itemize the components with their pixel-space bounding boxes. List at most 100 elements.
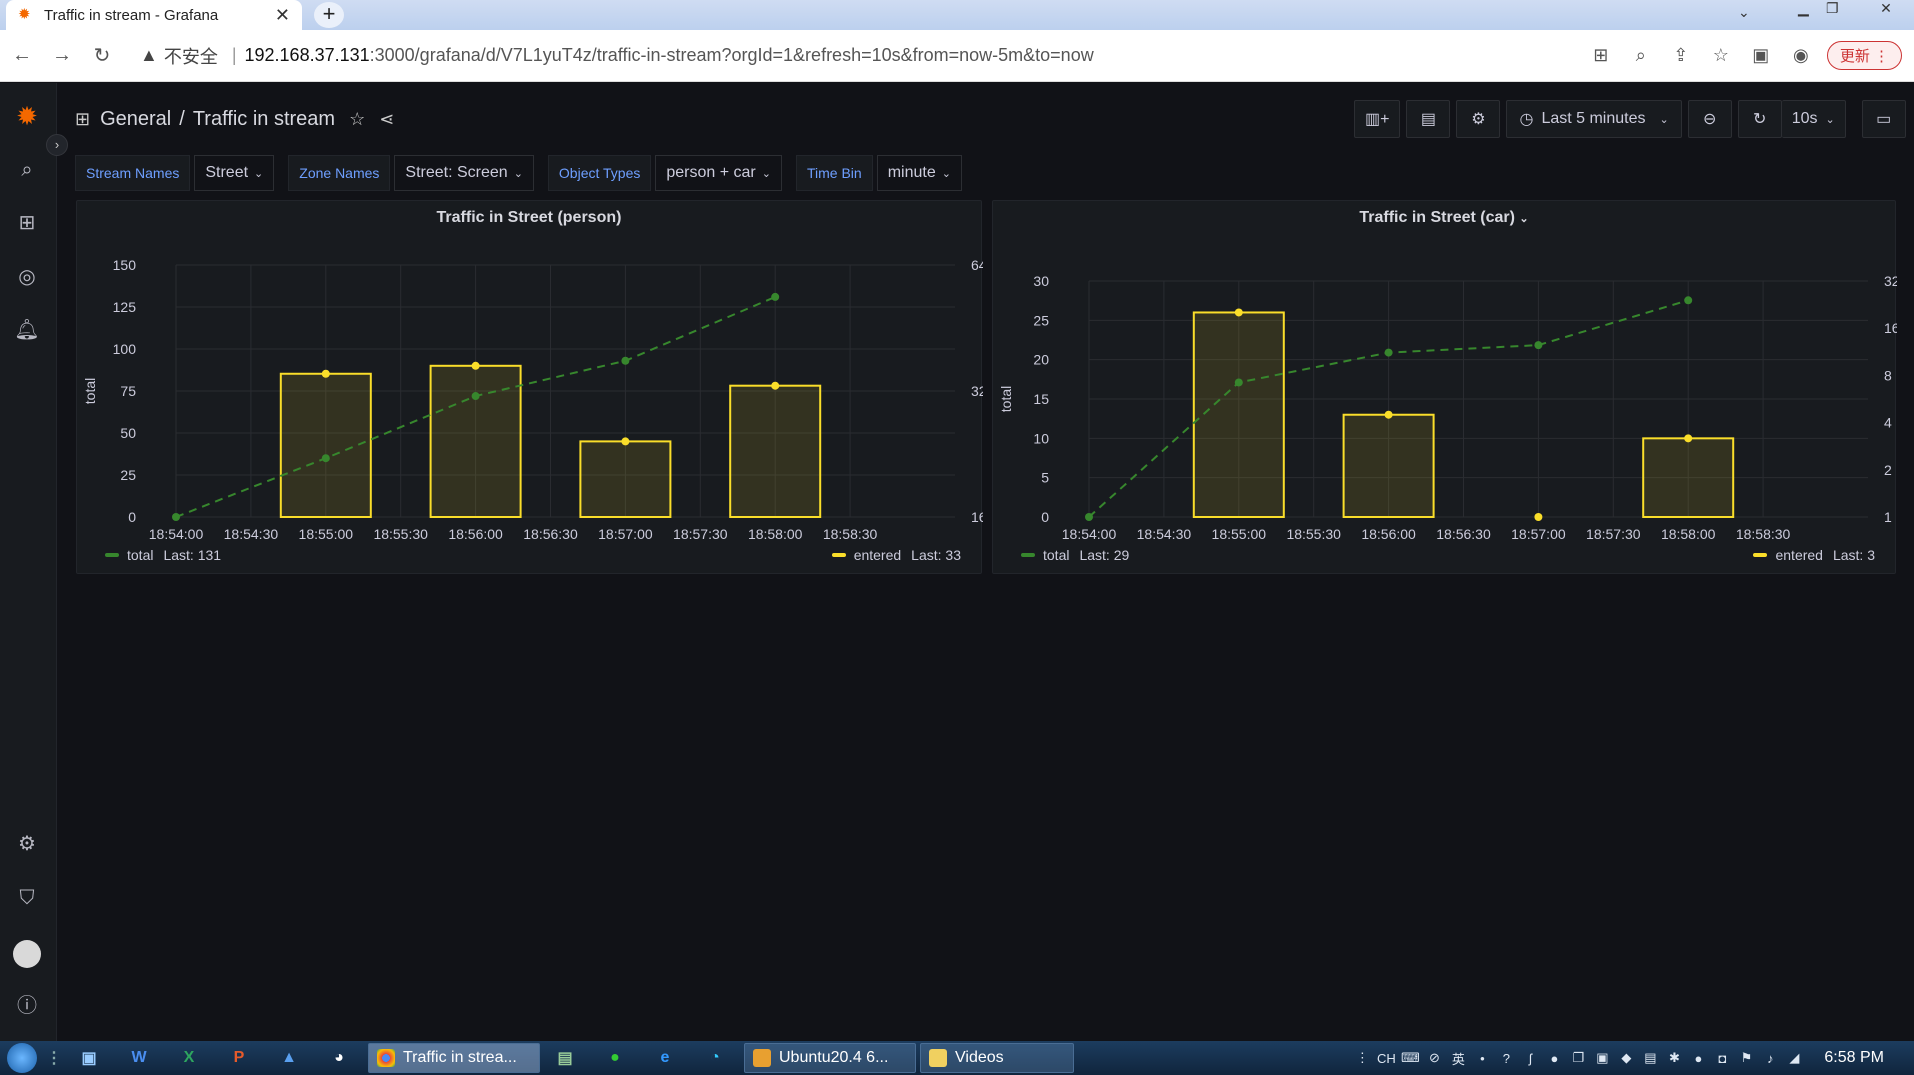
ime-icon[interactable]: ⊘ <box>1422 1050 1446 1066</box>
variable-zone-names[interactable]: Street: Screen ⌄ <box>394 155 534 191</box>
legend-item-total[interactable]: total Last: 131 <box>105 547 221 563</box>
configuration-gear-icon[interactable]: ⚙ <box>12 829 42 859</box>
variable-time-bin[interactable]: minute ⌄ <box>876 155 962 191</box>
sidebar-expand-icon[interactable]: › <box>46 134 68 156</box>
window-close-icon[interactable]: ✕ <box>1858 0 1914 22</box>
user-avatar[interactable] <box>13 940 41 968</box>
alerting-bell-icon[interactable]: 🔔︎ <box>12 315 42 345</box>
explore-compass-icon[interactable]: ◎ <box>12 262 42 292</box>
x-tick-label: 18:54:00 <box>149 526 204 542</box>
photos-icon[interactable]: ▲ <box>264 1043 314 1073</box>
legend-item-total[interactable]: total Last: 29 <box>1021 547 1129 563</box>
excel-icon[interactable]: X <box>164 1043 214 1073</box>
copy-icon[interactable]: ❐ <box>1566 1050 1590 1066</box>
legend-item-entered[interactable]: entered Last: 3 <box>1753 547 1875 563</box>
bar-entered <box>1342 413 1435 519</box>
share-page-icon[interactable]: ⇪ <box>1661 45 1701 66</box>
dashboard-settings-button[interactable]: ⚙ <box>1456 100 1501 138</box>
panel-traffic-person[interactable]: Traffic in Street (person) 150 125 100 75 50… <box>76 200 983 574</box>
legend-name: total <box>127 547 154 563</box>
share-icon[interactable]: ⋖ <box>379 109 394 130</box>
volume-icon[interactable]: ♪ <box>1758 1051 1782 1066</box>
task-chrome[interactable]: Traffic in strea... <box>368 1043 540 1073</box>
variable-stream-names[interactable]: Street ⌄ <box>194 155 275 191</box>
shield-icon[interactable]: ◆ <box>1614 1050 1638 1066</box>
dashboards-icon[interactable]: ⊞ <box>12 208 42 238</box>
refresh-button[interactable]: ↻ <box>1737 100 1782 138</box>
back-icon[interactable]: ← <box>2 44 42 67</box>
url-host: 192.168.37.131 <box>244 45 370 65</box>
ime-settings-icon[interactable]: ʃ <box>1518 1051 1542 1066</box>
panel-traffic-car[interactable]: Traffic in Street (car) ⌄ 30 25 20 15 10 5 0 18… <box>992 200 1897 574</box>
edge-icon[interactable]: ◔ <box>690 1043 740 1073</box>
powerpoint-icon[interactable]: P <box>214 1043 264 1073</box>
x-tick-label: 18:54:00 <box>1062 526 1117 542</box>
ime-help-icon[interactable]: ? <box>1494 1051 1518 1066</box>
tv-mode-button[interactable]: ▭ <box>1861 100 1906 138</box>
start-button[interactable] <box>0 1041 44 1075</box>
reload-icon[interactable]: ↻ <box>82 43 122 68</box>
network-device-icon[interactable]: ▤ <box>1638 1050 1662 1066</box>
task-videos[interactable]: Videos <box>920 1043 1074 1073</box>
language-indicator[interactable]: CH <box>1374 1051 1398 1066</box>
help-icon[interactable]: ⓘ <box>12 991 42 1021</box>
translate-icon[interactable]: ⊞ <box>1581 45 1621 66</box>
computer-icon[interactable]: ▣ <box>64 1043 114 1073</box>
time-picker-button[interactable]: ◷ Last 5 minutes ⌄ <box>1506 100 1682 138</box>
chevron-down-icon: ⌄ <box>254 167 264 180</box>
close-tab-icon[interactable]: ✕ <box>275 5 290 26</box>
zoom-out-button[interactable]: ⊖ <box>1687 100 1732 138</box>
variable-object-types[interactable]: person + car ⌄ <box>655 155 782 191</box>
chevron-down-icon: ⌄ <box>941 167 951 180</box>
breadcrumb-folder[interactable]: General <box>100 108 171 131</box>
maximize-icon[interactable]: ❐ <box>1826 0 1839 22</box>
warning-icon[interactable]: ▲ <box>140 45 158 66</box>
update-button[interactable]: 更新 ⋮ <box>1826 41 1902 70</box>
add-panel-button[interactable]: ▥+ <box>1354 100 1401 138</box>
url-path: :3000/grafana/d/V7L1yuT4z/traffic-in-str… <box>369 45 1094 65</box>
grafana-logo-icon[interactable]: ✹ <box>12 101 42 131</box>
profile-icon[interactable]: ◉ <box>1781 45 1821 66</box>
qq-icon[interactable]: ◕ <box>314 1043 364 1073</box>
ime-mode-icon[interactable]: 英 <box>1446 1049 1470 1068</box>
ie-icon[interactable]: e <box>640 1043 690 1073</box>
zoom-icon[interactable]: ⌕ <box>1621 45 1661 66</box>
word-icon[interactable]: W <box>114 1043 164 1073</box>
y-tick-label: 10 <box>1033 430 1049 446</box>
url-field[interactable]: ▲ 不安全 | 192.168.37.131 :3000/grafana/d/V… <box>140 43 1581 69</box>
app-tray-icon[interactable]: ● <box>1686 1051 1710 1066</box>
refresh-interval-picker[interactable]: 10s ⌄ <box>1781 100 1846 138</box>
line-point <box>621 356 630 365</box>
network-icon[interactable]: ◢ <box>1782 1050 1806 1066</box>
forward-icon[interactable]: → <box>42 44 82 67</box>
keyboard-icon[interactable]: ⌨ <box>1398 1050 1422 1066</box>
device-icon[interactable]: ▣ <box>1590 1050 1614 1066</box>
bluetooth-icon[interactable]: ✱ <box>1662 1050 1686 1066</box>
variable-value: minute <box>887 164 936 181</box>
x-tick-label: 18:57:30 <box>1586 526 1641 542</box>
wechat-icon[interactable]: ● <box>590 1043 640 1073</box>
side-panel-icon[interactable]: ▣ <box>1741 45 1781 66</box>
insecure-label: 不安全 <box>163 46 218 67</box>
bookmark-star-icon[interactable]: ☆ <box>1701 45 1741 66</box>
x-tick-label: 18:58:30 <box>823 526 878 542</box>
security-tray-icon[interactable]: ◘ <box>1710 1051 1734 1066</box>
search-icon[interactable]: ⌕ <box>12 155 42 185</box>
favorite-star-icon[interactable]: ☆ <box>349 109 365 130</box>
new-tab-button[interactable]: + <box>314 2 344 28</box>
browser-tab[interactable]: ✹ Traffic in stream - Grafana ✕ <box>6 0 302 30</box>
minimize-icon[interactable]: ▁ <box>1798 0 1809 22</box>
page-title[interactable]: Traffic in stream <box>193 108 335 131</box>
task-ubuntu[interactable]: Ubuntu20.4 6... <box>744 1043 916 1073</box>
punctuation-icon[interactable]: • <box>1470 1051 1494 1066</box>
save-dashboard-button[interactable]: ▤ <box>1406 100 1451 138</box>
clock[interactable]: 6:58 PM <box>1824 1049 1884 1067</box>
terminal-icon[interactable]: ▤ <box>540 1043 590 1073</box>
bar-point <box>321 369 330 378</box>
vpn-icon[interactable]: ● <box>1542 1051 1566 1066</box>
server-admin-shield-icon[interactable]: ⛉ <box>12 883 42 913</box>
flag-icon[interactable]: ⚑ <box>1734 1050 1758 1066</box>
tab-search-icon[interactable]: ⌄ <box>1738 4 1750 26</box>
x-tick-label: 18:57:00 <box>598 526 653 542</box>
legend-item-entered[interactable]: entered Last: 33 <box>831 547 961 563</box>
